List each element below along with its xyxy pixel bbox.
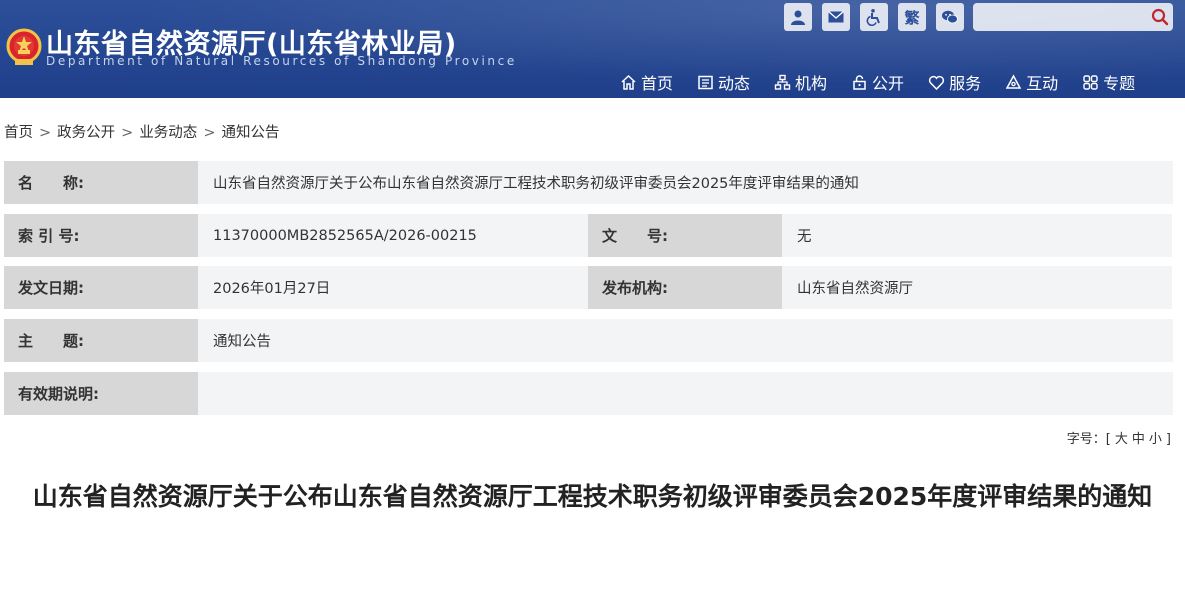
search-input[interactable] (973, 4, 1147, 30)
meta-validity-label: 有效期说明: (4, 372, 198, 415)
lock-icon (853, 74, 866, 90)
nav-topics[interactable]: 专题 (1082, 70, 1135, 94)
search-icon (1151, 8, 1169, 26)
nav-org[interactable]: 机构 (774, 70, 827, 94)
traditional-chinese-icon[interactable]: 繁 (898, 3, 926, 31)
meta-row-topic: 主 题: 通知公告 (4, 319, 1173, 362)
home-icon (621, 74, 636, 90)
interact-icon (1005, 73, 1022, 89)
nav-news-label: 动态 (718, 74, 751, 93)
accessibility-icon[interactable] (860, 3, 888, 31)
meta-doc-no-value: 无 (782, 214, 1172, 257)
top-utility-icons: 繁 (784, 3, 974, 31)
meta-index-value: 11370000MB2852565A/2026-00215 (198, 214, 588, 257)
meta-name-label: 名 称: (4, 161, 198, 204)
font-size-small[interactable]: 小 (1149, 432, 1162, 447)
nav-topics-label: 专题 (1103, 74, 1136, 93)
mail-icon[interactable] (822, 3, 850, 31)
nav-home-label: 首页 (641, 74, 674, 93)
nav-service-label: 服务 (949, 74, 982, 93)
breadcrumb-notices[interactable]: 通知公告 (221, 125, 279, 141)
user-icon[interactable] (784, 3, 812, 31)
site-subtitle: Department of Natural Resources of Shand… (46, 54, 517, 68)
meta-row-index: 索 引 号: 11370000MB2852565A/2026-00215 文 号… (4, 214, 1173, 257)
breadcrumb: 首页 > 政务公开 > 业务动态 > 通知公告 (4, 121, 279, 142)
main-nav: 首页 动态 机构 公开 服务 互动 专题 (620, 70, 1135, 94)
site-header: 山东省自然资源厅(山东省林业局) Department of Natural R… (0, 0, 1185, 98)
national-emblem-icon[interactable] (6, 28, 42, 68)
font-size-suffix: ] (1165, 432, 1171, 447)
search-box (973, 3, 1173, 31)
search-button[interactable] (1147, 4, 1173, 30)
breadcrumb-separator: > (121, 125, 134, 141)
meta-topic-value: 通知公告 (198, 319, 1173, 362)
breadcrumb-separator: > (39, 125, 52, 141)
org-icon (774, 74, 791, 90)
article-title: 山东省自然资源厅关于公布山东省自然资源厅工程技术职务初级评审委员会2025年度评… (32, 482, 1153, 511)
meta-publisher-label: 发布机构: (588, 266, 782, 309)
wechat-icon[interactable] (936, 3, 964, 31)
nav-interact[interactable]: 互动 (1005, 70, 1058, 94)
nav-open[interactable]: 公开 (851, 70, 904, 94)
font-size-control: 字号：[ 大中小] (1065, 428, 1173, 447)
font-size-large[interactable]: 大 (1115, 432, 1128, 447)
nav-news[interactable]: 动态 (697, 70, 750, 94)
breadcrumb-separator: > (203, 125, 216, 141)
meta-name-value: 山东省自然资源厅关于公布山东省自然资源厅工程技术职务初级评审委员会2025年度评… (198, 161, 1173, 204)
meta-validity-value (198, 372, 1173, 415)
meta-date-value: 2026年01月27日 (198, 266, 588, 309)
traditional-chinese-label: 繁 (904, 8, 920, 27)
meta-doc-no-label: 文 号: (588, 214, 782, 257)
meta-row-validity: 有效期说明: (4, 372, 1173, 415)
breadcrumb-gov-affairs[interactable]: 政务公开 (57, 125, 115, 141)
grid-icon (1083, 74, 1098, 90)
nav-service[interactable]: 服务 (928, 70, 981, 94)
meta-date-label: 发文日期: (4, 266, 198, 309)
breadcrumb-business-news[interactable]: 业务动态 (139, 125, 197, 141)
news-icon (698, 75, 713, 89)
nav-interact-label: 互动 (1026, 74, 1059, 93)
meta-topic-label: 主 题: (4, 319, 198, 362)
heart-icon (928, 75, 945, 90)
font-size-medium[interactable]: 中 (1132, 432, 1145, 447)
meta-row-date: 发文日期: 2026年01月27日 发布机构: 山东省自然资源厅 (4, 266, 1173, 309)
nav-open-label: 公开 (872, 74, 905, 93)
nav-home[interactable]: 首页 (620, 70, 673, 94)
breadcrumb-home[interactable]: 首页 (4, 125, 33, 141)
meta-row-name: 名 称: 山东省自然资源厅关于公布山东省自然资源厅工程技术职务初级评审委员会20… (4, 161, 1173, 204)
font-size-prefix: 字号：[ (1066, 432, 1111, 447)
nav-org-label: 机构 (795, 74, 828, 93)
meta-publisher-value: 山东省自然资源厅 (782, 266, 1172, 309)
meta-index-label: 索 引 号: (4, 214, 198, 257)
